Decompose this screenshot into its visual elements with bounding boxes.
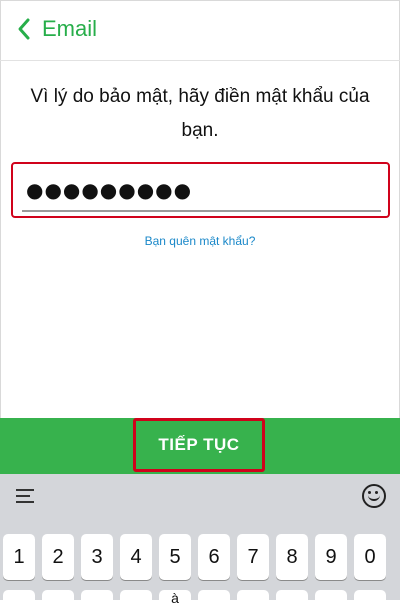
letter-key-row-partial: à (3, 590, 399, 610)
key-4[interactable]: 4 (120, 534, 152, 580)
back-chevron-icon[interactable] (14, 14, 36, 44)
key-5[interactable]: 5 (159, 534, 191, 580)
instruction-text: Vì lý do bảo mật, hãy điền mật khẩu của … (30, 86, 370, 141)
key-partial[interactable] (120, 590, 152, 610)
key-3[interactable]: 3 (81, 534, 113, 580)
key-9[interactable]: 9 (315, 534, 347, 580)
key-6[interactable]: 6 (198, 534, 230, 580)
smiley-icon[interactable] (362, 484, 386, 508)
key-partial[interactable] (198, 590, 230, 610)
key-2[interactable]: 2 (42, 534, 74, 580)
key-8[interactable]: 8 (276, 534, 308, 580)
header-bar: Email (0, 0, 400, 61)
key-partial-a-grave[interactable]: à (159, 590, 191, 610)
key-partial[interactable] (276, 590, 308, 610)
password-field[interactable] (22, 170, 381, 212)
key-0[interactable]: 0 (354, 534, 386, 580)
key-partial[interactable] (3, 590, 35, 610)
continue-button[interactable]: TIẾP TỤC (133, 418, 265, 472)
key-partial[interactable] (42, 590, 74, 610)
number-key-row: 1 2 3 4 5 6 7 8 9 0 (3, 534, 399, 580)
key-partial[interactable] (354, 590, 386, 610)
forgot-password-link[interactable]: Bạn quên mật khẩu? (0, 234, 400, 248)
keyboard-toolbar (0, 474, 400, 516)
hamburger-icon[interactable] (16, 488, 36, 504)
page-title: Email (42, 16, 98, 41)
key-partial[interactable] (237, 590, 269, 610)
keyboard: 1 2 3 4 5 6 7 8 9 0 à (0, 474, 400, 610)
key-1[interactable]: 1 (3, 534, 35, 580)
key-partial[interactable] (315, 590, 347, 610)
key-7[interactable]: 7 (237, 534, 269, 580)
key-partial[interactable] (81, 590, 113, 610)
